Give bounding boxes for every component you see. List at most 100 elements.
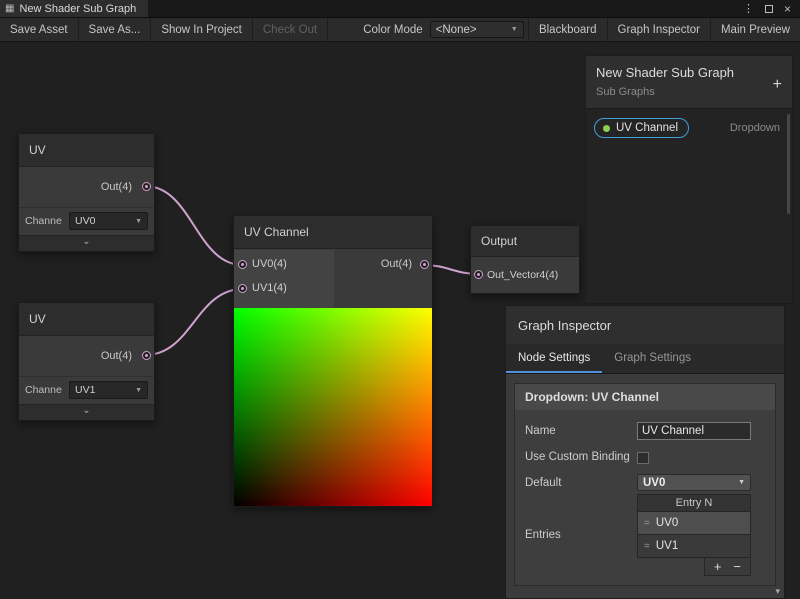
close-icon[interactable]: × [784,2,791,16]
exposed-dot-icon [603,125,610,132]
section-title: Dropdown: UV Channel [515,384,775,410]
show-in-project-button[interactable]: Show In Project [151,18,253,41]
uv-preview-image [234,308,432,506]
edge-uvtop-to-uvchannel[interactable] [145,186,243,265]
inspector-content: Dropdown: UV Channel Name Use Custom Bin… [506,375,784,598]
scroll-down-indicator[interactable]: ▾ [775,586,780,597]
blackboard-toggle-button[interactable]: Blackboard [528,18,607,41]
channel-label: Channe [25,215,65,227]
remove-entry-button[interactable]: − [733,560,741,573]
inspector-tab-bar: Node Settings Graph Settings [506,344,784,374]
port-uvchannel-in-uv1[interactable] [238,284,247,293]
blackboard-subtitle: Sub Graphs [596,86,782,98]
shader-graph-window: ▦ New Shader Sub Graph ⋮ × Save Asset Sa… [0,0,800,599]
graph-inspector-toggle-button[interactable]: Graph Inspector [607,18,710,41]
color-mode-dropdown[interactable]: <None> ▼ [430,21,524,38]
chevron-down-icon: ▼ [135,218,142,225]
shader-graph-icon: ▦ [5,4,14,14]
default-dropdown[interactable]: UV0 ▼ [637,474,751,491]
name-field-row: Name [515,419,775,443]
default-label: Default [525,476,637,490]
blackboard-item-row: UV Channel Dropdown [594,118,784,138]
blackboard-title: New Shader Sub Graph [596,65,782,80]
check-out-button: Check Out [253,18,328,41]
save-asset-button[interactable]: Save Asset [0,18,79,41]
channel-dropdown[interactable]: UV0 ▼ [69,212,148,230]
graph-inspector-panel: Graph Inspector Node Settings Graph Sett… [505,305,785,599]
node-output[interactable]: Output Out_Vector4(4) [470,225,580,294]
add-property-button[interactable]: + [773,78,782,92]
chevron-down-icon: ▼ [511,26,518,33]
main-preview-toggle-button[interactable]: Main Preview [710,18,800,41]
edge-uvbottom-to-uvchannel[interactable] [145,289,243,355]
name-input[interactable] [637,422,751,440]
name-label: Name [525,424,637,438]
color-mode-label: Color Mode [356,18,429,41]
save-as-button[interactable]: Save As... [79,18,152,41]
port-uv-bottom-out[interactable] [142,351,151,360]
output-port-row: Out(4) [19,167,154,207]
toolbar: Save Asset Save As... Show In Project Ch… [0,18,800,42]
input-port-row: Out_Vector4(4) [471,257,579,293]
node-title: Output [471,226,579,257]
output-port-row: Out(4) [19,336,154,376]
node-uv-top[interactable]: UV Out(4) Channe UV0 ▼ ⌄ [18,133,155,252]
entries-list-footer: + − [637,558,751,576]
chevron-down-icon: ▼ [738,479,745,486]
tab-graph-settings[interactable]: Graph Settings [602,344,703,373]
drag-handle-icon[interactable]: = [644,541,650,552]
blackboard-item-uv-channel[interactable]: UV Channel [594,118,689,138]
menu-icon[interactable]: ⋮ [743,2,754,15]
list-item-label: UV1 [656,540,678,552]
window-controls: ⋮ × [743,0,800,17]
blackboard-item-type: Dropdown [730,122,784,134]
toolbar-right-group: Blackboard Graph Inspector Main Preview [528,18,800,41]
port-uvchannel-in-uv0[interactable] [238,260,247,269]
entries-footer-bar: + − [704,558,751,576]
input-port-label-uv1: UV1(4) [252,282,287,294]
node-uv-bottom[interactable]: UV Out(4) Channe UV1 ▼ ⌄ [18,302,155,421]
output-port-label: Out(4) [381,258,412,270]
channel-dropdown-value: UV1 [75,384,95,396]
default-dropdown-value: UV0 [643,477,665,489]
blackboard-scrollbar[interactable] [787,114,790,214]
drag-handle-icon[interactable]: = [644,518,650,529]
graph-inspector-title[interactable]: Graph Inspector [506,306,784,344]
default-field-row: Default UV0 ▼ [515,471,775,494]
document-tab[interactable]: ▦ New Shader Sub Graph [0,0,148,17]
channel-property-row: Channe UV0 ▼ [19,207,154,235]
channel-dropdown[interactable]: UV1 ▼ [69,381,148,399]
use-custom-binding-label: Use Custom Binding [525,450,637,464]
maximize-icon[interactable] [765,5,773,13]
node-title: UV [19,303,154,336]
document-tab-label: New Shader Sub Graph [19,3,136,15]
blackboard-item-label: UV Channel [616,122,678,134]
port-uvchannel-out[interactable] [420,260,429,269]
list-item-uv0[interactable]: = UV0 [637,512,751,535]
node-collapse-button[interactable]: ⌄ [19,235,154,251]
use-custom-binding-row: Use Custom Binding [515,447,775,467]
section-body: Name Use Custom Binding Default UV0 ▼ [515,410,775,585]
output-port-label: Out(4) [101,181,132,193]
node-collapse-button[interactable]: ⌄ [19,404,154,420]
output-port-label: Out(4) [101,350,132,362]
entries-field-row: Entries Entry N = UV0 = UV1 [515,494,775,579]
color-mode-value: <None> [436,24,477,36]
port-uv-top-out[interactable] [142,182,151,191]
use-custom-binding-checkbox[interactable] [637,452,649,464]
node-title: UV Channel [234,216,432,249]
node-title: UV [19,134,154,167]
blackboard-header[interactable]: New Shader Sub Graph Sub Graphs + [585,55,793,108]
entries-label: Entries [525,528,637,542]
tab-node-settings[interactable]: Node Settings [506,344,602,373]
channel-label: Channe [25,384,65,396]
port-output-in[interactable] [474,270,483,279]
list-item-uv1[interactable]: = UV1 [637,535,751,558]
input-port-label-uv0: UV0(4) [252,258,287,270]
entries-list-header: Entry N [637,494,751,512]
channel-dropdown-value: UV0 [75,215,95,227]
add-entry-button[interactable]: + [714,560,722,573]
chevron-down-icon: ▼ [135,387,142,394]
node-uv-channel[interactable]: UV Channel UV0(4) UV1(4) Out(4) [233,215,433,507]
entries-list: Entry N = UV0 = UV1 + [637,494,751,576]
